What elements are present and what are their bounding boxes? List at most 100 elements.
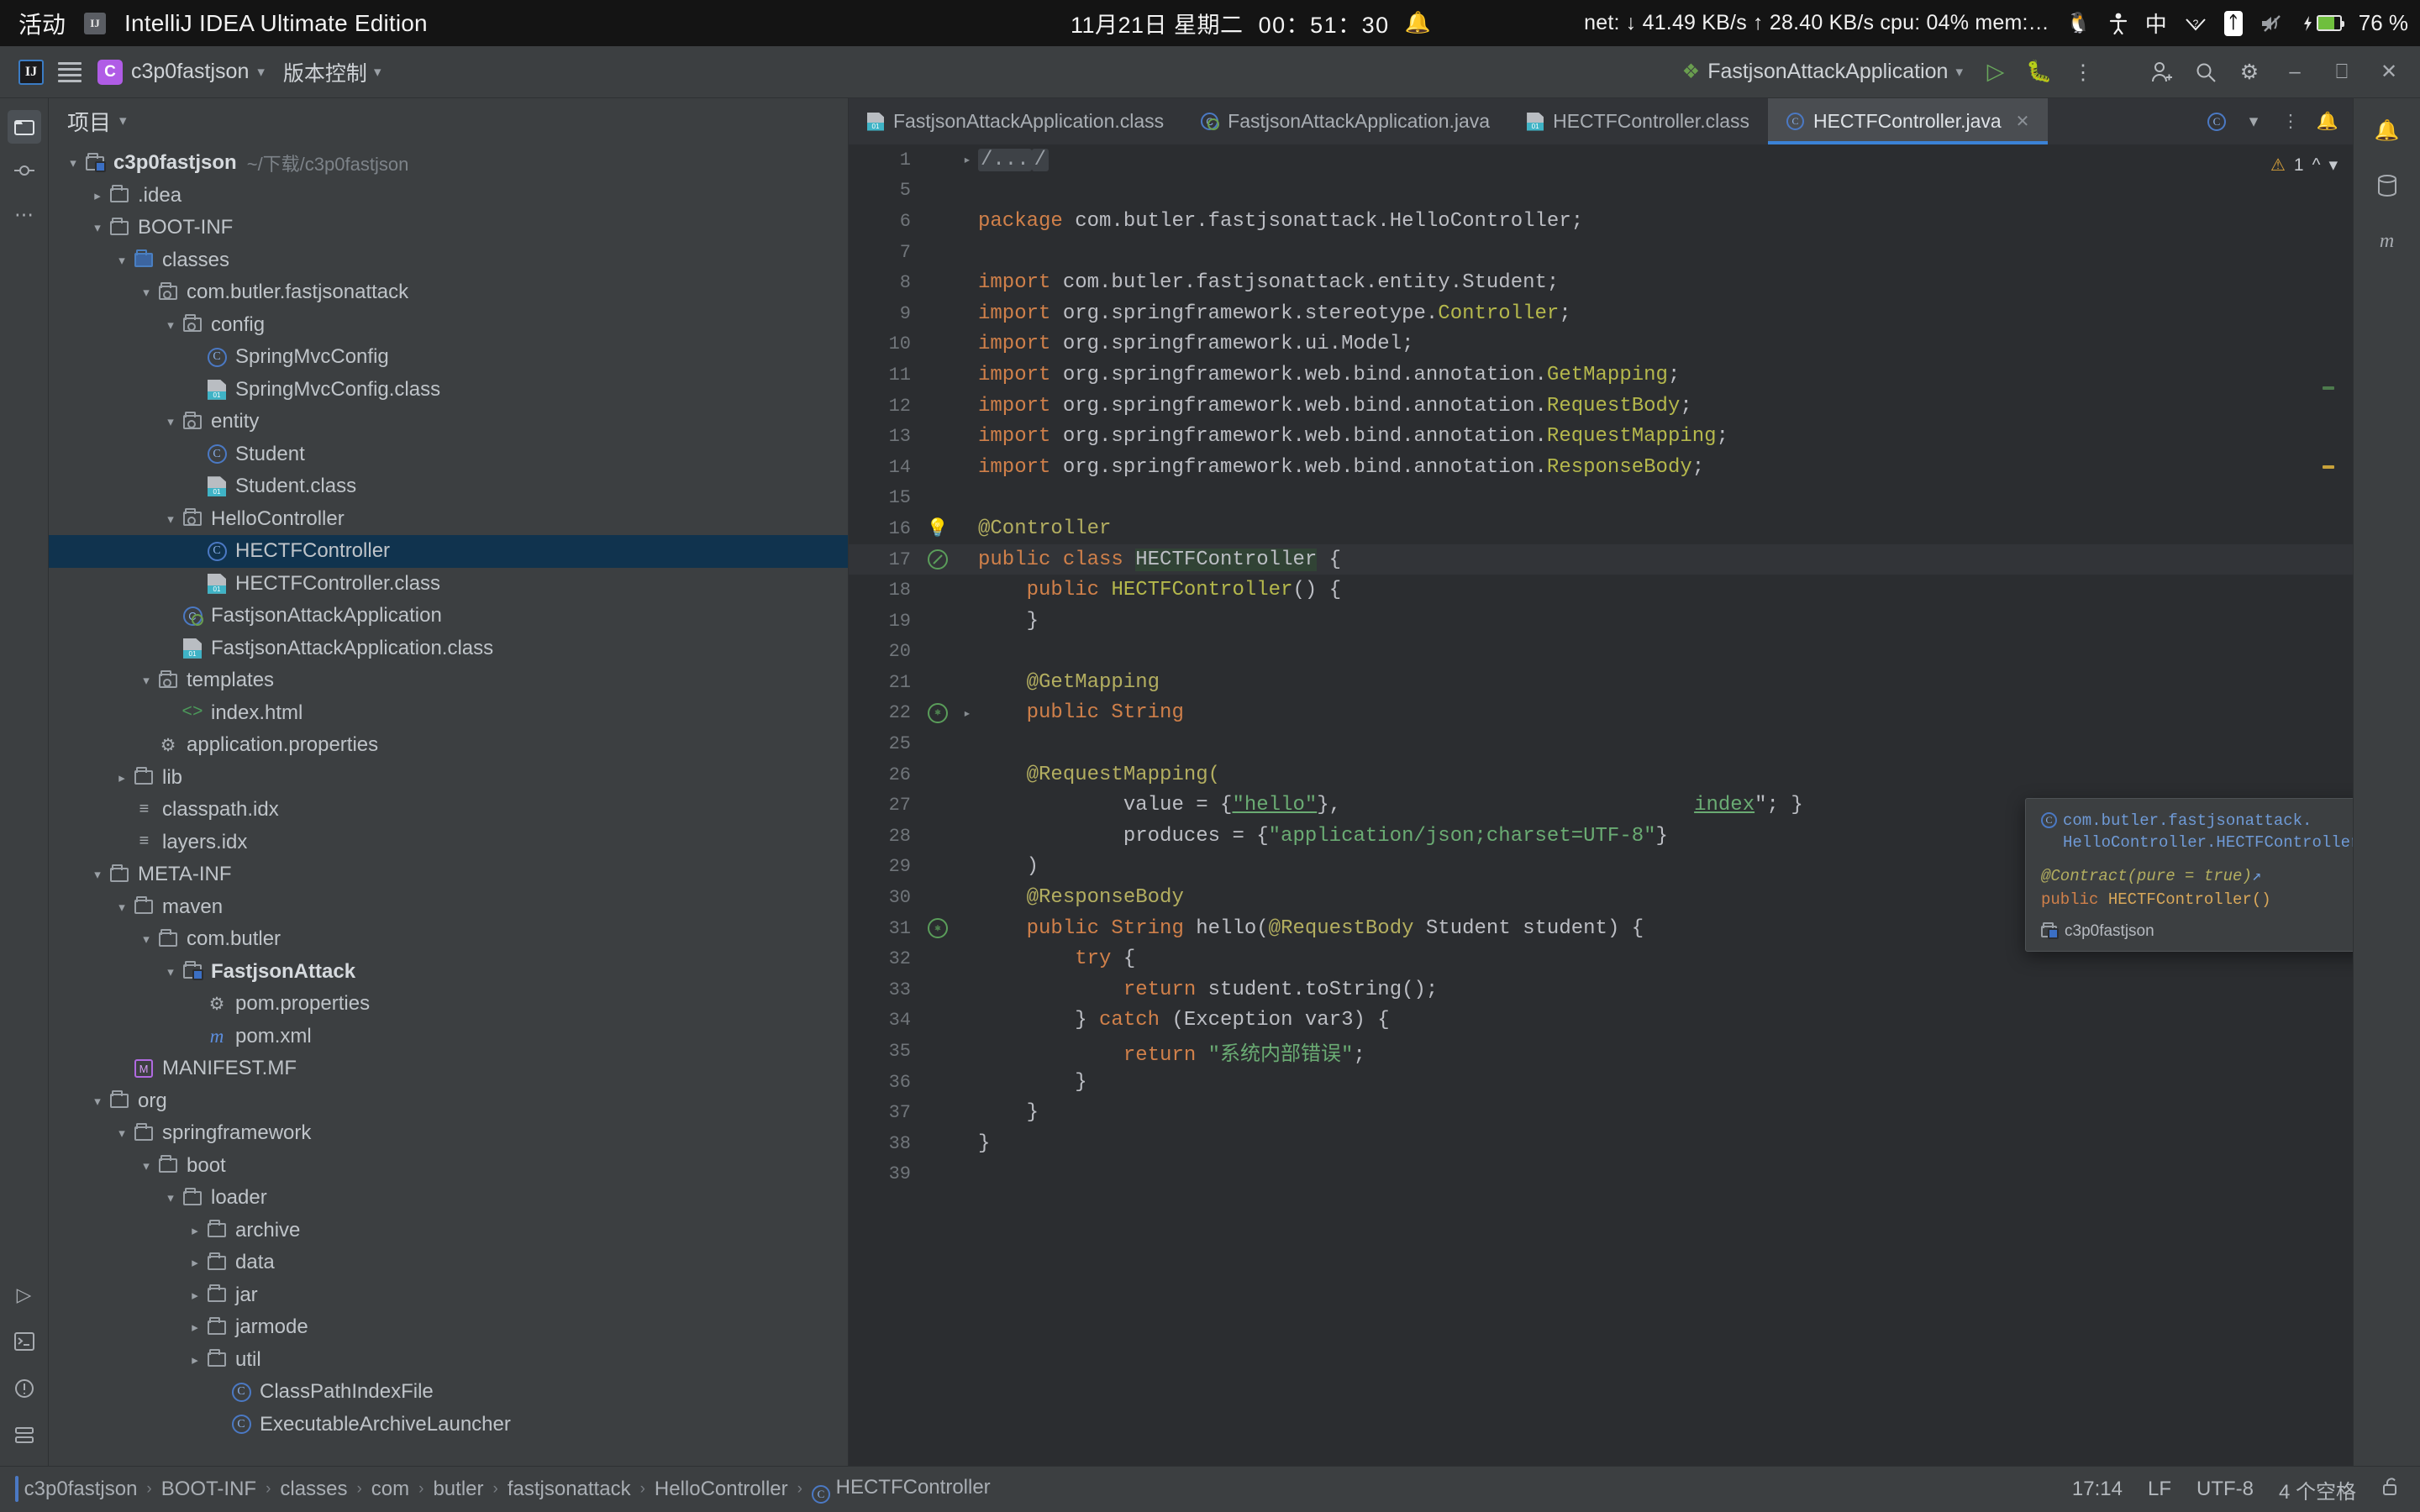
run-tool-icon[interactable]: ▷ [8, 1278, 41, 1311]
tree-node[interactable]: CSpringMvcConfig [49, 341, 848, 374]
code-line[interactable]: 16💡@Controller [849, 513, 2353, 544]
chevron-down-icon[interactable]: ▾ [161, 414, 180, 429]
tree-node[interactable]: ≡layers.idx [49, 827, 848, 859]
battery-charging-icon[interactable] [2302, 14, 2342, 33]
bell-icon[interactable]: 🔔 [2369, 112, 2406, 149]
tree-node[interactable]: CStudent [49, 438, 848, 471]
breadcrumb-item[interactable]: butler [433, 1478, 483, 1501]
code-line[interactable]: 1▸/.../ [849, 144, 2353, 176]
tree-node[interactable]: ≡classpath.idx [49, 794, 848, 827]
tree-node[interactable]: ▾META-INF [49, 858, 848, 891]
project-panel-header[interactable]: 项目 ▾ [49, 98, 848, 144]
tree-node[interactable]: ▾maven [49, 891, 848, 924]
tree-node[interactable]: CFastjsonAttackApplication [49, 600, 848, 633]
bluetooth-icon[interactable]: ᛏ [2224, 11, 2243, 36]
web-endpoint-gutter-icon[interactable]: ⎈ [928, 703, 948, 723]
tree-node[interactable]: ▾templates [49, 664, 848, 697]
doc-contract-link-arrow[interactable]: ↗ [2252, 867, 2261, 885]
terminal-icon[interactable] [8, 1325, 41, 1358]
chevron-down-icon[interactable]: ▾ [119, 113, 127, 129]
run-class-gutter-icon[interactable] [928, 549, 948, 570]
run-configuration-selector[interactable]: ❖ FastjsonAttackApplication ▾ [1674, 60, 1971, 84]
project-selector[interactable]: C c3p0fastjson ▾ [89, 53, 273, 92]
tree-node[interactable]: ▾config [49, 309, 848, 342]
tree-node[interactable]: ▸lib [49, 762, 848, 795]
bell-icon[interactable]: 🔔 [2311, 98, 2344, 144]
debug-button[interactable]: 🐛 [2020, 53, 2059, 92]
maven-m-icon[interactable]: m [2369, 223, 2406, 260]
tree-node[interactable]: ▾org [49, 1085, 848, 1118]
tree-node[interactable]: ▾com.butler.fastjsonattack [49, 276, 848, 309]
code-fold-toggle[interactable]: ▸ [956, 151, 978, 168]
code-line[interactable]: 34 } catch (Exception var3) { [849, 1005, 2353, 1037]
tree-node[interactable]: ▾springframework [49, 1117, 848, 1150]
chevron-right-icon[interactable]: ▸ [186, 1352, 204, 1368]
chevron-down-icon[interactable]: ▾ [113, 1126, 131, 1141]
problems-icon[interactable] [8, 1372, 41, 1405]
inspection-widget[interactable]: ⚠ 1 ^ ▾ [2270, 155, 2338, 176]
tree-node[interactable]: ▾FastjsonAttack [49, 956, 848, 989]
tree-node[interactable]: CClassPathIndexFile [49, 1376, 848, 1409]
search-icon[interactable] [2186, 53, 2225, 92]
editor-tab[interactable]: CHECTFController.java✕ [1768, 98, 2048, 144]
code-line[interactable]: 35 return "系统内部错误"; [849, 1036, 2353, 1067]
project-folder-icon[interactable] [8, 110, 41, 144]
chevron-down-icon[interactable]: ▾ [161, 318, 180, 333]
editor-tab[interactable]: 01HECTFController.class [1508, 98, 1768, 144]
more-actions-button[interactable]: ⋮ [2064, 53, 2102, 92]
code-line[interactable]: 37 } [849, 1097, 2353, 1128]
chevron-down-icon[interactable]: ▾ [88, 1094, 107, 1109]
version-control-menu[interactable]: 版本控制 ▾ [273, 53, 392, 92]
code-line[interactable]: 15 [849, 483, 2353, 514]
tree-node[interactable]: ▾BOOT-INF [49, 212, 848, 244]
tree-node[interactable]: ▸.idea [49, 180, 848, 213]
code-fold-toggle[interactable]: ▸ [956, 705, 978, 722]
code-line[interactable]: 21 @GetMapping [849, 667, 2353, 698]
code-line[interactable]: 7 [849, 237, 2353, 268]
tree-node[interactable]: ▸jar [49, 1279, 848, 1312]
tree-node[interactable]: ▸data [49, 1247, 848, 1279]
tree-node[interactable]: ▾boot [49, 1150, 848, 1183]
breadcrumb-item[interactable]: C HECTFController [812, 1476, 991, 1504]
code-line[interactable]: 13import org.springframework.web.bind.an… [849, 421, 2353, 452]
code-line[interactable]: 33 return student.toString(); [849, 974, 2353, 1005]
code-line[interactable]: 26 @RequestMapping( [849, 759, 2353, 790]
tree-node[interactable]: 01SpringMvcConfig.class [49, 374, 848, 407]
commit-icon[interactable] [8, 154, 41, 187]
tree-node[interactable]: ▾HelloController [49, 503, 848, 536]
tree-node[interactable]: ▸archive [49, 1215, 848, 1247]
run-button[interactable]: ▷ [1976, 53, 2015, 92]
code-line[interactable]: 10import org.springframework.ui.Model; [849, 329, 2353, 360]
tree-node[interactable]: CHECTFController [49, 535, 848, 568]
tree-node[interactable]: ⚙pom.properties [49, 988, 848, 1021]
breadcrumb-item[interactable]: fastjsonattack [508, 1478, 631, 1501]
chevron-right-icon[interactable]: ▸ [186, 1223, 204, 1238]
more-dots-icon[interactable]: ⋯ [8, 197, 41, 231]
code-line[interactable]: 11import org.springframework.web.bind.an… [849, 360, 2353, 391]
volume-muted-icon[interactable] [2260, 13, 2285, 34]
penguin-icon[interactable]: 🐧 [2066, 11, 2091, 35]
chevron-down-icon[interactable]: ▾ [161, 964, 180, 979]
chevron-down-icon[interactable]: ▾ [161, 512, 180, 527]
tree-node[interactable]: CExecutableArchiveLauncher [49, 1409, 848, 1441]
tree-node[interactable]: ▾c3p0fastjson~/下载/c3p0fastjson [49, 147, 848, 180]
code-line[interactable]: 18 public HECTFController() { [849, 575, 2353, 606]
maximize-button[interactable]: ⎕ [2321, 53, 2363, 92]
code-editor[interactable]: ⚠ 1 ^ ▾ 1▸/.../56package com.butler.fast… [849, 144, 2353, 1466]
code-line[interactable]: 17public class HECTFController { [849, 544, 2353, 575]
class-icon[interactable]: C [2200, 98, 2233, 144]
code-line[interactable]: 36 } [849, 1067, 2353, 1098]
chevron-down-icon[interactable]: ▾ [137, 1158, 155, 1173]
breadcrumb-item[interactable]: c3p0fastjson [15, 1478, 137, 1501]
chevron-down-icon[interactable]: ▾ [113, 253, 131, 268]
hamburger-menu-icon[interactable] [50, 53, 89, 92]
close-icon[interactable]: ✕ [2016, 111, 2030, 132]
code-line[interactable]: 12import org.springframework.web.bind.an… [849, 391, 2353, 422]
accessibility-icon[interactable] [2108, 12, 2128, 35]
line-separator[interactable]: LF [2148, 1478, 2171, 1501]
breadcrumb-item[interactable]: BOOT-INF [161, 1478, 256, 1501]
chevron-down-icon[interactable]: ▾ [88, 867, 107, 882]
activities-label[interactable]: 活动 [18, 7, 66, 40]
tree-node[interactable]: ▾classes [49, 244, 848, 277]
wifi-question-icon[interactable]: ? [2184, 13, 2207, 34]
